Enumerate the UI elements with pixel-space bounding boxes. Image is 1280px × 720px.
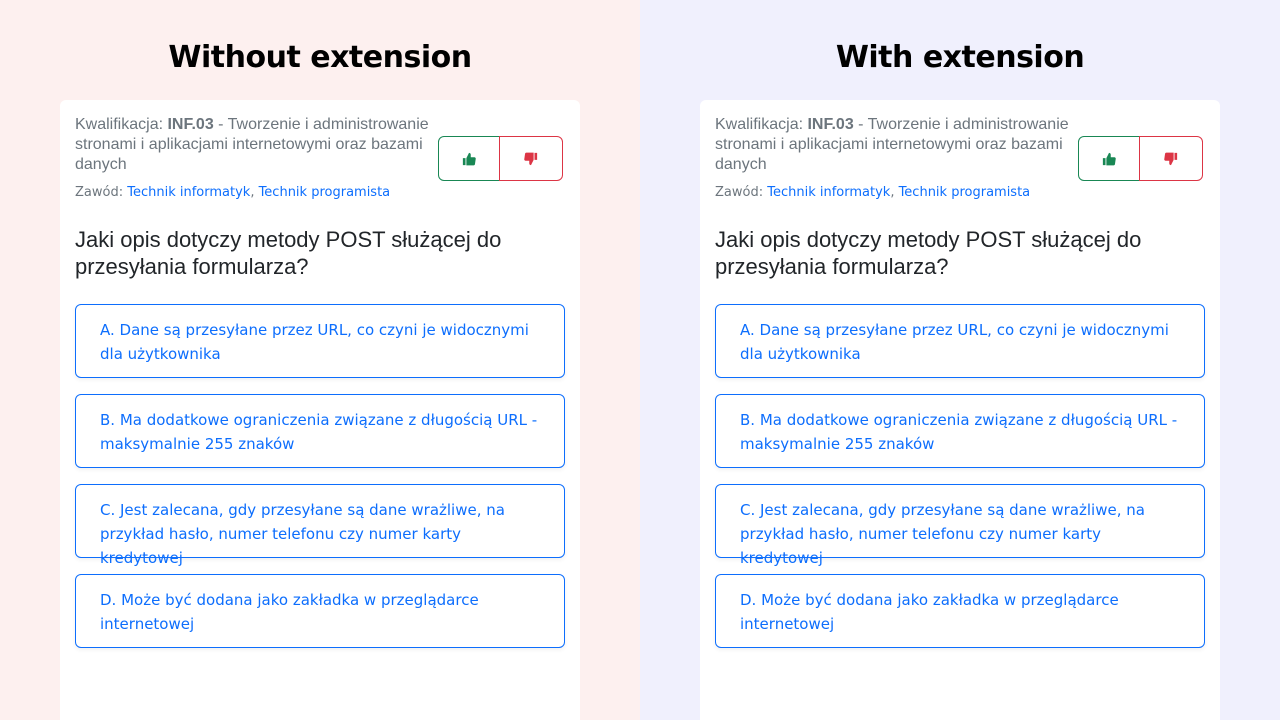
thumbs-up-icon: [462, 152, 476, 165]
panel-without-extension: Without extension Kwalifikacja: INF.03 -…: [0, 0, 640, 720]
qualification-text: Kwalifikacja: INF.03 - Tworzenie i admin…: [75, 115, 435, 175]
thumbs-up-icon: [1102, 152, 1116, 165]
profession-prefix: Zawód:: [715, 185, 768, 200]
panel-title: With extension: [835, 40, 1085, 75]
qualification-text: Kwalifikacja: INF.03 - Tworzenie i admin…: [715, 115, 1075, 175]
downvote-button[interactable]: [1139, 136, 1203, 181]
upvote-button[interactable]: [438, 136, 500, 181]
vote-button-group: [438, 136, 563, 181]
question-text: Jaki opis dotyczy metody POST służącej d…: [715, 227, 1142, 279]
profession-text: Zawód: Technik informatyk, Technik progr…: [75, 183, 435, 203]
thumbs-down-icon: [1164, 152, 1178, 165]
profession-prefix: Zawód:: [75, 185, 128, 200]
panel-title: Without extension: [168, 40, 472, 75]
qualification-code: INF.03: [807, 116, 854, 133]
question-card: Kwalifikacja: INF.03 - Tworzenie i admin…: [700, 100, 1220, 720]
profession-text: Zawód: Technik informatyk, Technik progr…: [715, 183, 1075, 203]
profession-separator: ,: [250, 185, 259, 200]
profession-link-informatyk[interactable]: Technik informatyk: [127, 185, 250, 200]
answer-option-d[interactable]: D. Może być dodana jako zakładka w przeg…: [715, 574, 1205, 648]
answer-option-a[interactable]: A. Dane są przesyłane przez URL, co czyn…: [75, 304, 565, 378]
upvote-button[interactable]: [1078, 136, 1140, 181]
answer-option-c[interactable]: C. Jest zalecana, gdy przesyłane są dane…: [715, 484, 1205, 567]
answer-option-b[interactable]: B. Ma dodatkowe ograniczenia związane z …: [715, 394, 1205, 468]
qualification-prefix: Kwalifikacja:: [715, 116, 808, 133]
profession-link-programista[interactable]: Technik programista: [259, 185, 391, 200]
question-meta: Kwalifikacja: INF.03 - Tworzenie i admin…: [75, 115, 435, 203]
question-card: Kwalifikacja: INF.03 - Tworzenie i admin…: [60, 100, 580, 720]
thumbs-down-icon: [524, 152, 538, 165]
answer-list: A. Dane są przesyłane przez URL, co czyn…: [715, 304, 1205, 664]
answer-option-d[interactable]: D. Może być dodana jako zakładka w przeg…: [75, 574, 565, 648]
answer-option-a[interactable]: A. Dane są przesyłane przez URL, co czyn…: [715, 304, 1205, 378]
question-meta: Kwalifikacja: INF.03 - Tworzenie i admin…: [715, 115, 1075, 203]
panel-with-extension: With extension Kwalifikacja: INF.03 - Tw…: [640, 0, 1280, 720]
profession-separator: ,: [890, 185, 899, 200]
vote-button-group: [1078, 136, 1203, 181]
profession-link-programista[interactable]: Technik programista: [899, 185, 1031, 200]
answer-option-b[interactable]: B. Ma dodatkowe ograniczenia związane z …: [75, 394, 565, 468]
question-text: Jaki opis dotyczy metody POST służącej d…: [75, 227, 502, 279]
downvote-button[interactable]: [499, 136, 563, 181]
profession-link-informatyk[interactable]: Technik informatyk: [767, 185, 890, 200]
qualification-code: INF.03: [167, 116, 214, 133]
qualification-prefix: Kwalifikacja:: [75, 116, 168, 133]
answer-list: A. Dane są przesyłane przez URL, co czyn…: [75, 304, 565, 664]
answer-option-c[interactable]: C. Jest zalecana, gdy przesyłane są dane…: [75, 484, 565, 567]
